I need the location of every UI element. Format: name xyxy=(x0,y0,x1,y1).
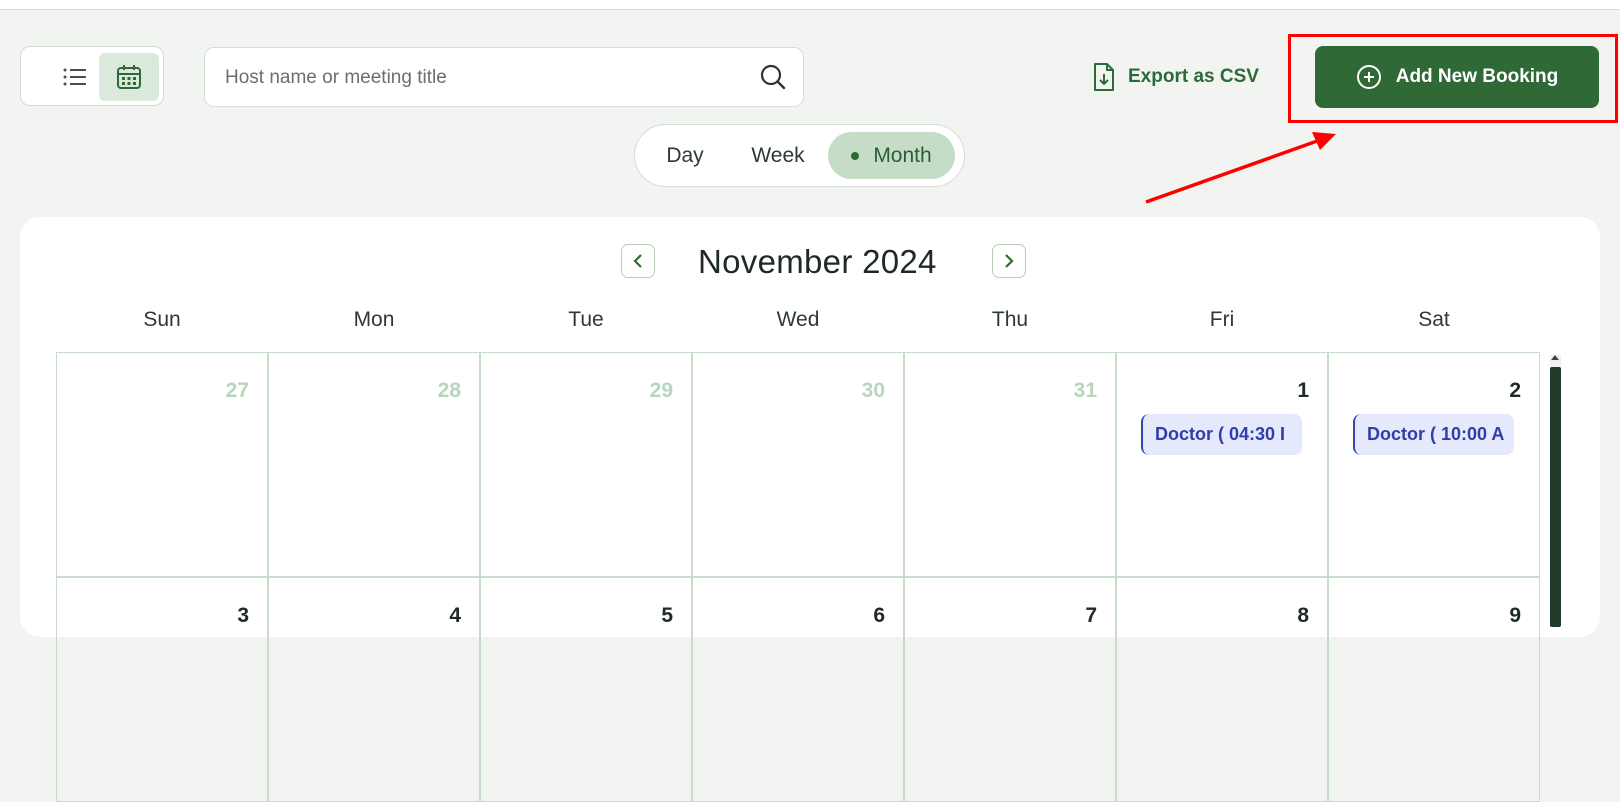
calendar-icon xyxy=(117,65,141,89)
day-number: 5 xyxy=(661,604,673,627)
view-toggle xyxy=(20,46,164,106)
list-view-button[interactable] xyxy=(45,53,105,101)
day-cell[interactable]: 6 xyxy=(692,577,904,802)
day-cell[interactable]: 9 xyxy=(1328,577,1540,802)
day-number: 28 xyxy=(437,379,461,402)
day-cell[interactable]: 31 xyxy=(904,352,1116,577)
day-number: 29 xyxy=(649,379,673,402)
day-cell[interactable]: 3 xyxy=(56,577,268,802)
list-icon xyxy=(63,68,86,86)
day-number: 27 xyxy=(225,379,249,402)
weekday-header: Fri xyxy=(1209,308,1235,331)
file-download-icon xyxy=(1094,63,1114,91)
day-cell[interactable]: 4 xyxy=(268,577,480,802)
day-number: 6 xyxy=(873,604,885,627)
day-cell[interactable]: 2 Doctor ( 10:00 A xyxy=(1328,352,1540,577)
range-month[interactable]: Month xyxy=(828,132,955,179)
day-cell[interactable]: 29 xyxy=(480,352,692,577)
top-border xyxy=(0,0,1620,10)
day-number: 3 xyxy=(237,604,249,627)
active-dot xyxy=(851,151,860,160)
day-number: 8 xyxy=(1297,604,1309,627)
day-cell[interactable]: 8 xyxy=(1116,577,1328,802)
weekday-header: Wed xyxy=(776,308,820,331)
weekday-header: Thu xyxy=(991,308,1029,331)
weekday-header: Sun xyxy=(143,308,181,331)
event-chip[interactable]: Doctor ( 04:30 I xyxy=(1141,414,1302,455)
annotation-arrow xyxy=(1145,132,1336,204)
export-csv-button[interactable]: Export as CSV xyxy=(1092,60,1259,94)
chevron-left-icon xyxy=(633,254,642,268)
calendar-title: November 2024 xyxy=(698,243,937,280)
next-month-button[interactable] xyxy=(992,244,1026,278)
search-box xyxy=(204,47,804,107)
search-icon[interactable] xyxy=(759,63,787,91)
scroll-thumb[interactable] xyxy=(1550,367,1561,627)
event-chip[interactable]: Doctor ( 10:00 A xyxy=(1353,414,1514,455)
chevron-right-icon xyxy=(1005,254,1014,268)
day-number: 30 xyxy=(861,379,885,402)
scroll-up-arrow-icon[interactable] xyxy=(1551,355,1559,360)
day-cell[interactable]: 30 xyxy=(692,352,904,577)
day-number: 31 xyxy=(1073,379,1097,402)
day-number: 9 xyxy=(1509,604,1521,627)
day-cell[interactable]: 28 xyxy=(268,352,480,577)
day-cell[interactable]: 5 xyxy=(480,577,692,802)
search-input[interactable] xyxy=(223,62,747,94)
calendar-scrollbar[interactable] xyxy=(1548,355,1562,627)
highlight-box xyxy=(1288,34,1618,123)
weekday-header: Mon xyxy=(353,308,395,331)
day-number: 2 xyxy=(1509,379,1521,402)
day-cell[interactable]: 7 xyxy=(904,577,1116,802)
range-month-label: Month xyxy=(873,143,932,167)
previous-month-button[interactable] xyxy=(621,244,655,278)
day-number: 4 xyxy=(449,604,461,627)
range-toggle: Day Week Month xyxy=(634,124,965,187)
range-week[interactable]: Week xyxy=(733,132,823,179)
weekday-header: Sat xyxy=(1418,308,1450,331)
calendar-view-button[interactable] xyxy=(99,53,159,101)
weekday-header: Tue xyxy=(568,308,604,331)
range-day[interactable]: Day xyxy=(649,132,721,179)
day-number: 1 xyxy=(1297,379,1309,402)
day-number: 7 xyxy=(1085,604,1097,627)
export-label: Export as CSV xyxy=(1128,66,1259,87)
day-cell[interactable]: 27 xyxy=(56,352,268,577)
day-cell[interactable]: 1 Doctor ( 04:30 I xyxy=(1116,352,1328,577)
